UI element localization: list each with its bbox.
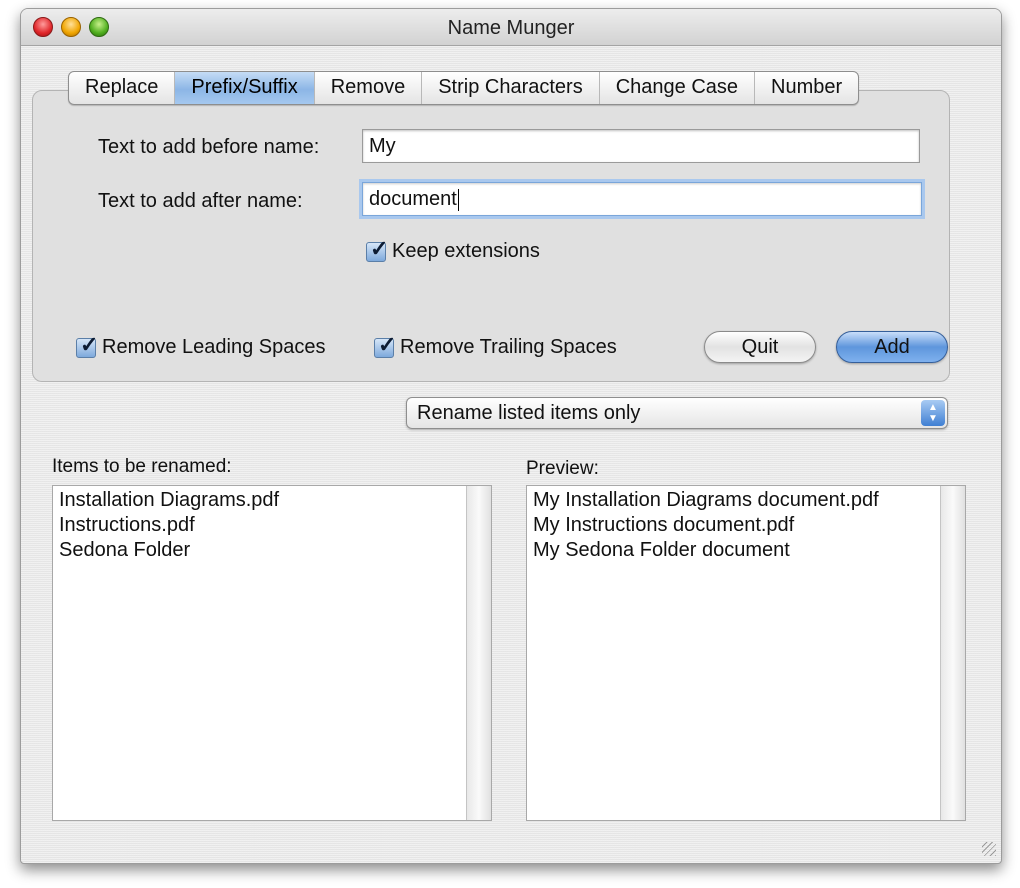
before-name-field[interactable]: My — [362, 129, 920, 163]
items-list[interactable]: Installation Diagrams.pdf Instructions.p… — [52, 485, 492, 821]
keep-extensions-checkbox[interactable]: ✓ Keep extensions — [366, 236, 540, 263]
items-list-scrollbar[interactable] — [466, 486, 491, 820]
popup-arrows-icon: ▲ ▼ — [921, 400, 945, 426]
tab-remove[interactable]: Remove — [315, 72, 423, 104]
title-bar[interactable]: Name Munger — [21, 9, 1001, 46]
after-name-field[interactable]: document — [362, 182, 922, 216]
tab-prefix-suffix[interactable]: Prefix/Suffix — [175, 72, 315, 104]
list-item[interactable]: Installation Diagrams.pdf — [59, 488, 279, 513]
window-title: Name Munger — [447, 17, 575, 39]
add-button[interactable]: Add — [836, 331, 948, 363]
keep-extensions-label: Keep extensions — [392, 240, 540, 262]
rename-scope-value: Rename listed items only — [417, 402, 641, 424]
list-item[interactable]: Instructions.pdf — [59, 513, 279, 538]
quit-button[interactable]: Quit — [704, 331, 816, 363]
remove-leading-check-icon: ✓ — [76, 332, 98, 358]
list-item[interactable]: My Installation Diagrams document.pdf — [533, 488, 879, 513]
after-name-label: Text to add after name: — [98, 190, 303, 212]
rename-scope-popup[interactable]: Rename listed items only ▲ ▼ — [406, 397, 948, 429]
remove-leading-spaces-label: Remove Leading Spaces — [102, 336, 326, 358]
before-name-value: My — [369, 135, 396, 157]
tab-number[interactable]: Number — [755, 72, 858, 104]
tab-replace[interactable]: Replace — [69, 72, 176, 104]
list-item[interactable]: Sedona Folder — [59, 538, 279, 563]
before-name-label: Text to add before name: — [98, 136, 320, 158]
items-to-rename-label: Items to be renamed: — [52, 456, 232, 477]
preview-label: Preview: — [526, 458, 599, 479]
preview-list-scrollbar[interactable] — [940, 486, 965, 820]
list-item[interactable]: My Instructions document.pdf — [533, 513, 879, 538]
remove-leading-spaces-checkbox[interactable]: ✓ Remove Leading Spaces — [76, 332, 326, 359]
preview-list[interactable]: My Installation Diagrams document.pdf My… — [526, 485, 966, 821]
remove-trailing-spaces-label: Remove Trailing Spaces — [400, 336, 617, 358]
resize-grip-icon[interactable] — [982, 842, 996, 856]
remove-trailing-check-icon: ✓ — [374, 332, 396, 358]
tab-change-case[interactable]: Change Case — [600, 72, 756, 104]
list-item[interactable]: My Sedona Folder document — [533, 538, 879, 563]
keep-extensions-check-icon: ✓ — [366, 236, 388, 262]
after-name-value: document — [369, 188, 457, 210]
text-caret — [457, 188, 459, 211]
remove-trailing-spaces-checkbox[interactable]: ✓ Remove Trailing Spaces — [374, 332, 617, 359]
tab-strip-characters[interactable]: Strip Characters — [422, 72, 600, 104]
tab-bar: Replace Prefix/Suffix Remove Strip Chara… — [68, 71, 860, 105]
